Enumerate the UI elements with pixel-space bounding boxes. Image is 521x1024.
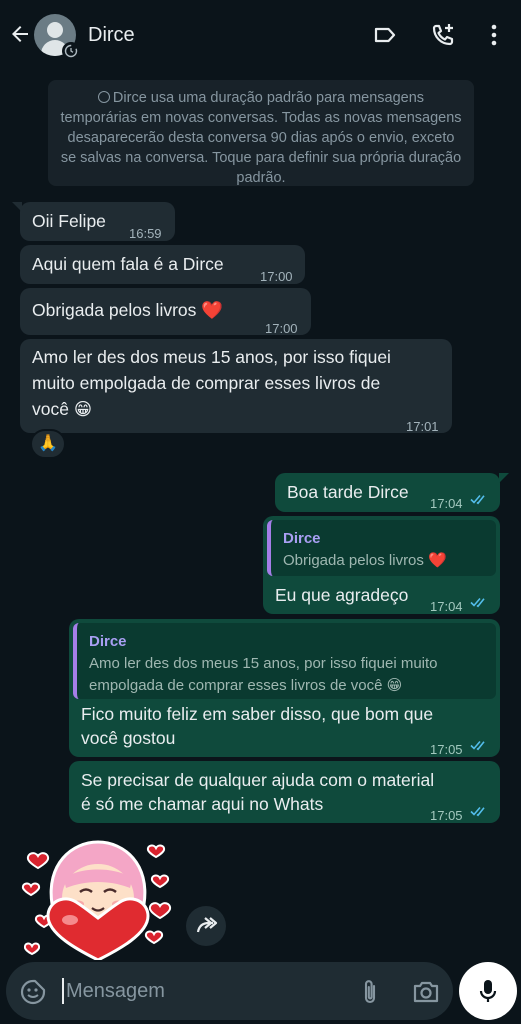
read-receipt-icon — [470, 494, 485, 505]
message-outgoing[interactable]: Dirce Amo ler des dos meus 15 anos, por … — [69, 619, 500, 757]
contact-name[interactable]: Dirce — [88, 24, 135, 47]
message-text: Oii Felipe — [32, 211, 106, 231]
more-vertical-icon[interactable] — [481, 22, 507, 48]
message-text: Fico muito feliz em saber disso, que bom… — [81, 704, 434, 724]
quoted-text: Amo ler des dos meus 15 anos, por isso f… — [89, 655, 438, 672]
timer-icon — [97, 91, 110, 103]
bubble-tail — [499, 473, 509, 483]
text-caret — [62, 978, 64, 1004]
message-text: Boa tarde Dirce — [287, 482, 409, 502]
message-time: 17:04 — [430, 496, 463, 511]
message-composer[interactable]: Mensagem — [6, 962, 453, 1020]
quoted-sender: Dirce — [283, 530, 321, 547]
quoted-sender: Dirce — [89, 633, 127, 650]
message-text: é só me chamar aqui no Whats — [81, 794, 324, 814]
message-text: você 😁 — [32, 399, 93, 419]
disappearing-timer-icon — [62, 42, 80, 60]
disappearing-messages-notice[interactable]: Dirce usa uma duração padrão para mensag… — [48, 80, 474, 186]
back-arrow-icon[interactable] — [8, 22, 32, 46]
quoted-message[interactable]: Dirce Amo ler des dos meus 15 anos, por … — [73, 623, 496, 699]
read-receipt-icon — [470, 597, 485, 608]
message-input[interactable]: Mensagem — [66, 980, 165, 1003]
message-outgoing[interactable]: Dirce Obrigada pelos livros ❤️ Eu que ag… — [263, 516, 500, 614]
message-text: Se precisar de qualquer ajuda com o mate… — [81, 770, 435, 790]
forward-icon — [196, 917, 218, 933]
message-time: 17:04 — [430, 599, 463, 614]
quoted-message[interactable]: Dirce Obrigada pelos livros ❤️ — [267, 520, 496, 576]
message-text: Obrigada pelos livros ❤️ — [32, 300, 224, 320]
message-incoming[interactable]: Aqui quem fala é a Dirce 17:00 — [20, 245, 305, 284]
message-text: muito empolgada de comprar esses livros … — [32, 373, 381, 393]
message-incoming[interactable]: Obrigada pelos livros ❤️ 17:00 — [20, 288, 311, 336]
notice-text: Dirce usa uma duração padrão para mensag… — [60, 90, 462, 186]
heart-hug-sticker[interactable] — [18, 834, 178, 960]
message-time: 16:59 — [129, 226, 162, 241]
voice-record-button[interactable] — [459, 962, 517, 1020]
read-receipt-icon — [470, 806, 485, 817]
message-time: 17:00 — [260, 269, 293, 284]
message-text: Eu que agradeço — [275, 585, 409, 605]
quoted-text: Obrigada pelos livros ❤️ — [283, 552, 447, 569]
attach-icon[interactable] — [358, 978, 382, 1006]
sticker-icon[interactable] — [20, 979, 46, 1005]
quoted-text: empolgada de comprar esses livros de voc… — [89, 677, 403, 694]
read-receipt-icon — [470, 740, 485, 751]
camera-icon[interactable] — [412, 979, 440, 1005]
chat-header: Dirce — [0, 0, 521, 68]
message-text: Aqui quem fala é a Dirce — [32, 254, 224, 274]
message-incoming[interactable]: Oii Felipe 16:59 — [20, 202, 175, 241]
message-text: Amo ler des dos meus 15 anos, por isso f… — [32, 347, 391, 367]
message-outgoing[interactable]: Se precisar de qualquer ajuda com o mate… — [69, 761, 500, 823]
mic-icon — [479, 980, 497, 1002]
message-time: 17:05 — [430, 808, 463, 823]
message-outgoing[interactable]: Boa tarde Dirce 17:04 — [275, 473, 500, 512]
add-call-icon[interactable] — [430, 22, 456, 48]
label-icon[interactable] — [372, 22, 398, 48]
message-time: 17:01 — [406, 419, 439, 434]
message-text: você gostou — [81, 728, 176, 748]
forward-button[interactable] — [186, 906, 226, 946]
message-time: 17:05 — [430, 742, 463, 757]
reaction-badge[interactable]: 🙏 — [30, 429, 66, 459]
message-incoming[interactable]: Amo ler des dos meus 15 anos, por isso f… — [20, 339, 452, 434]
